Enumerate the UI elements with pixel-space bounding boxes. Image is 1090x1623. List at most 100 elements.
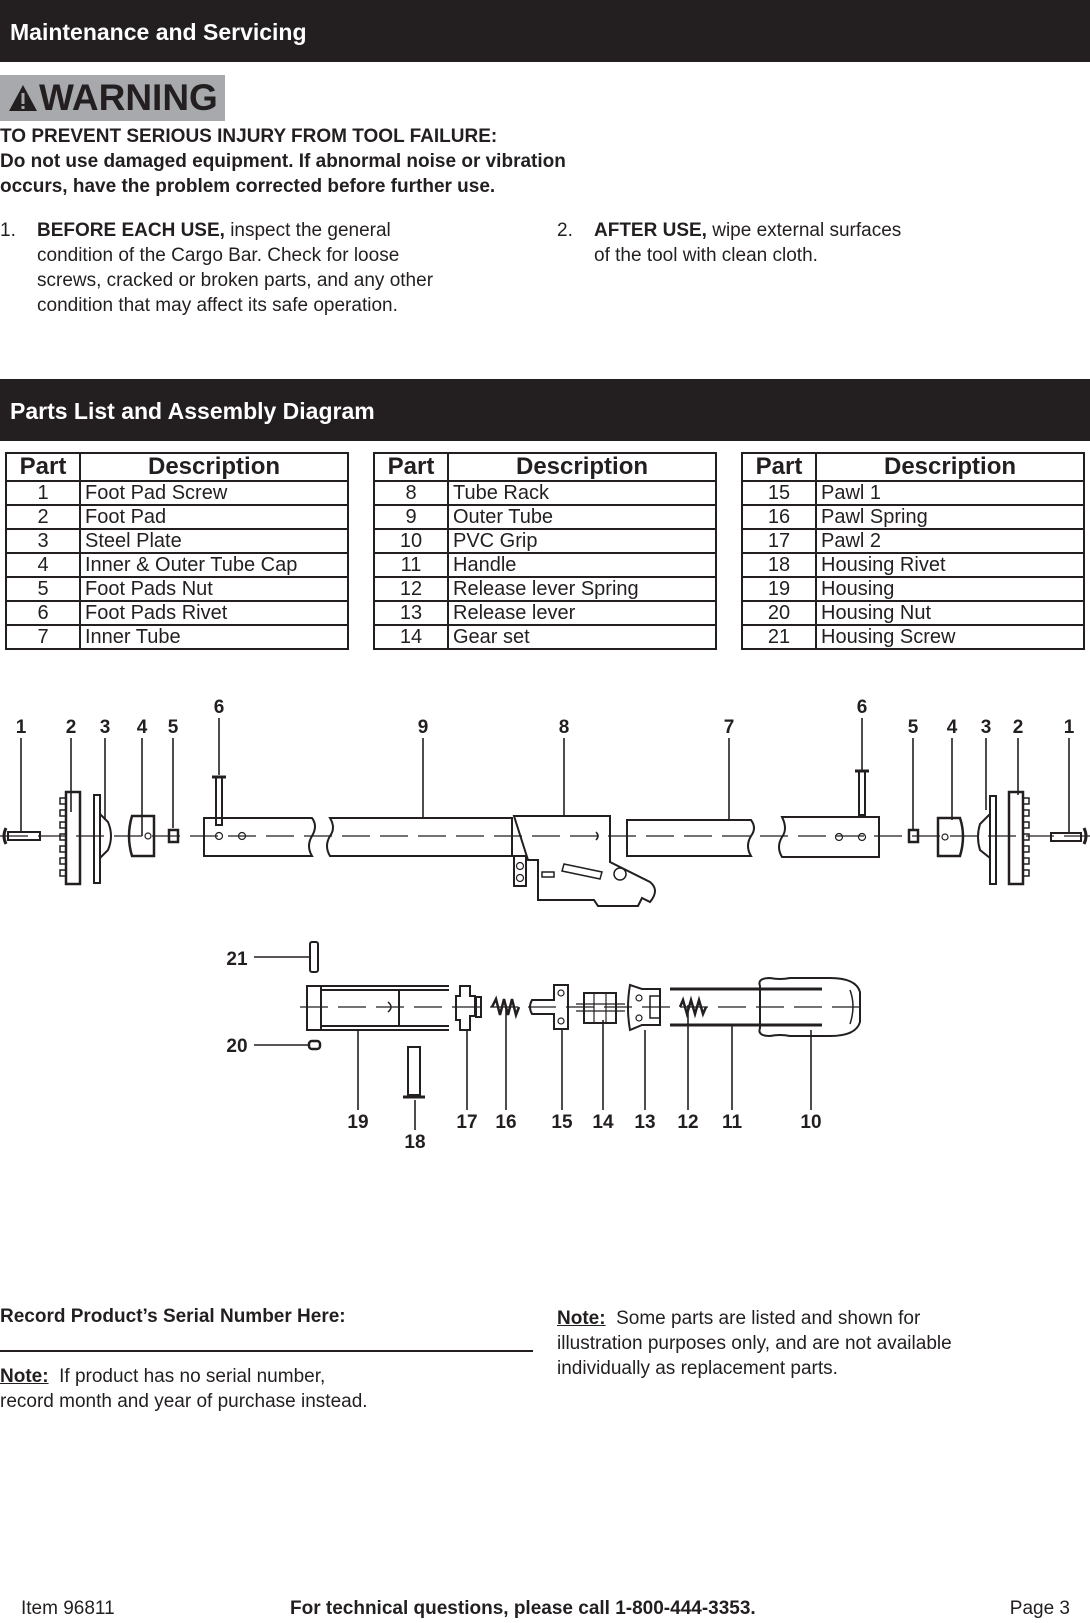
- part-description: Gear set: [447, 624, 717, 650]
- callout-label: 2: [1013, 717, 1024, 738]
- callout-label: 1: [1064, 717, 1075, 738]
- table-row: 16 Pawl Spring: [741, 504, 1085, 530]
- callout-label: 8: [559, 717, 570, 738]
- table-row: 19 Housing: [741, 576, 1085, 602]
- part-description: Housing Nut: [815, 600, 1085, 626]
- parts-availability-note: Note: Some parts are listed and shown fo…: [557, 1306, 1027, 1381]
- table-row: 13 Release lever: [373, 600, 717, 626]
- housing-nut: [307, 1039, 322, 1051]
- serial-number-label: Record Product’s Serial Number Here:: [0, 1306, 346, 1327]
- table-row: 2 Foot Pad: [5, 504, 349, 530]
- part-description: Housing: [815, 576, 1085, 602]
- note-text: record month and year of purchase instea…: [0, 1391, 368, 1412]
- part-number: 14: [373, 624, 449, 650]
- table-row: 21 Housing Screw: [741, 624, 1085, 650]
- note-text: Some parts are listed and shown for: [605, 1308, 921, 1329]
- part-number: 20: [741, 600, 817, 626]
- column-header-part: Part: [5, 452, 81, 482]
- column-header-description: Description: [447, 452, 717, 482]
- table-row: 14 Gear set: [373, 624, 717, 650]
- footer-item-number: Item 96811: [21, 1598, 115, 1619]
- part-description: Housing Rivet: [815, 552, 1085, 578]
- outer-tube: [326, 817, 513, 857]
- callout-label: 11: [722, 1112, 743, 1133]
- steel-plate-right: [977, 795, 997, 885]
- housing: [306, 985, 449, 1031]
- callout-label: 9: [418, 717, 429, 738]
- table-row: 5 Foot Pads Nut: [5, 576, 349, 602]
- section-header-parts: Parts List and Assembly Diagram: [0, 379, 1090, 441]
- part-number: 6: [5, 600, 81, 626]
- item-number: 1.: [0, 220, 16, 241]
- callout-label: 7: [724, 717, 735, 738]
- callout-label: 6: [857, 697, 868, 718]
- callout-label: 20: [226, 1036, 247, 1057]
- table-row: 18 Housing Rivet: [741, 552, 1085, 578]
- table-row: 1 Foot Pad Screw: [5, 480, 349, 506]
- note-text: individually as replacement parts.: [557, 1358, 838, 1379]
- serial-number-line: [0, 1350, 533, 1352]
- part-number: 8: [373, 480, 449, 506]
- part-description: PVC Grip: [447, 528, 717, 554]
- part-number: 4: [5, 552, 81, 578]
- table-row: 7 Inner Tube: [5, 624, 349, 650]
- footer-contact: For technical questions, please call 1-8…: [290, 1598, 756, 1619]
- part-description: Foot Pads Rivet: [79, 600, 349, 626]
- part-number: 16: [741, 504, 817, 530]
- part-description: Foot Pad: [79, 504, 349, 530]
- callout-label: 10: [800, 1112, 821, 1133]
- table-row: 9 Outer Tube: [373, 504, 717, 530]
- item-text: condition of the Cargo Bar. Check for lo…: [37, 245, 400, 266]
- table-row: 6 Foot Pads Rivet: [5, 600, 349, 626]
- callout-label: 14: [592, 1112, 614, 1133]
- callout-label: 1: [16, 717, 27, 738]
- warning-badge: WARNING: [0, 75, 225, 121]
- warning-line: occurs, have the problem corrected befor…: [0, 176, 496, 197]
- housing-screw: [309, 941, 319, 973]
- parts-table-3: Part Description 15 Pawl 1 16 Pawl Spring …: [741, 452, 1085, 650]
- part-number: 7: [5, 624, 81, 650]
- note-text: If product has no serial number,: [48, 1366, 326, 1387]
- item-bold-label: BEFORE EACH USE,: [37, 220, 225, 241]
- footer-page-number: Page 3: [1009, 1598, 1070, 1619]
- callout-label: 18: [404, 1132, 425, 1153]
- part-number: 15: [741, 480, 817, 506]
- column-header-part: Part: [741, 452, 817, 482]
- part-number: 11: [373, 552, 449, 578]
- item-number: 2.: [557, 220, 573, 241]
- tube-rack: [512, 815, 656, 907]
- table-row: 20 Housing Nut: [741, 600, 1085, 626]
- callout-label: 21: [226, 949, 248, 970]
- pawl-2: [455, 985, 482, 1031]
- assembly-diagram: 1 2 3 4 5 6 9 8 7 6 5 4 3 2 1 21 20 19 1…: [0, 697, 1090, 1153]
- callout-label: 17: [456, 1112, 477, 1133]
- callout-label: 4: [947, 717, 958, 738]
- item-text: condition that may affect its safe opera…: [37, 295, 398, 316]
- column-header-part: Part: [373, 452, 449, 482]
- note-label: Note:: [557, 1308, 606, 1329]
- part-description: Housing Screw: [815, 624, 1085, 650]
- table-row: 15 Pawl 1: [741, 480, 1085, 506]
- part-number: 19: [741, 576, 817, 602]
- callout-label: 5: [168, 717, 179, 738]
- warning-triangle-icon: [9, 85, 37, 111]
- part-description: Steel Plate: [79, 528, 349, 554]
- part-number: 21: [741, 624, 817, 650]
- note-label: Note:: [0, 1366, 49, 1387]
- serial-note: Note: If product has no serial number, r…: [0, 1364, 368, 1414]
- callout-label: 16: [495, 1112, 516, 1133]
- part-description: Handle: [447, 552, 717, 578]
- part-number: 10: [373, 528, 449, 554]
- part-description: Inner & Outer Tube Cap: [79, 552, 349, 578]
- part-description: Pawl 1: [815, 480, 1085, 506]
- table-row: 3 Steel Plate: [5, 528, 349, 554]
- inner-tube-right-end: [778, 816, 880, 858]
- callout-label: 5: [908, 717, 919, 738]
- callout-label: 2: [66, 717, 77, 738]
- part-number: 18: [741, 552, 817, 578]
- column-header-description: Description: [79, 452, 349, 482]
- table-row: 8 Tube Rack: [373, 480, 717, 506]
- callout-label: 15: [551, 1112, 573, 1133]
- section-header-maintenance: Maintenance and Servicing: [0, 0, 1090, 62]
- part-description: Release lever Spring: [447, 576, 717, 602]
